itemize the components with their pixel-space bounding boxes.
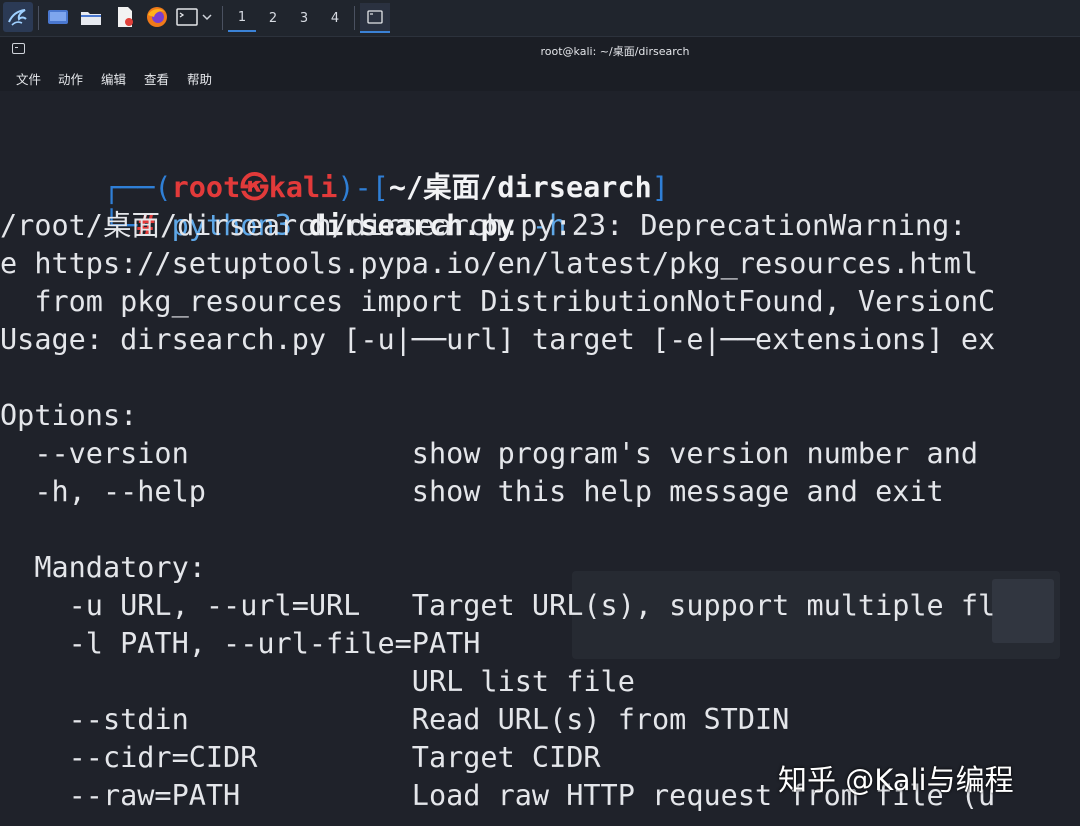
firefox-icon[interactable] bbox=[144, 4, 170, 30]
workspace-2[interactable]: 2 bbox=[259, 4, 287, 32]
menu-help[interactable]: 帮助 bbox=[187, 69, 212, 88]
output-line: /root/桌面/dirsearch/dirsearch.py:23: Depr… bbox=[0, 209, 984, 242]
menubar: 文件 动作 编辑 查看 帮助 bbox=[0, 63, 1080, 91]
taskbar: 1 2 3 4 bbox=[0, 0, 1080, 37]
menu-view[interactable]: 查看 bbox=[144, 69, 169, 88]
output-line: --version show program's version number … bbox=[0, 437, 979, 470]
output-line: -u URL, --url=URL Target URL(s), support… bbox=[0, 589, 996, 622]
window-titlebar[interactable]: root@kali: ~/桌面/dirsearch bbox=[0, 37, 1080, 63]
kali-logo-icon[interactable] bbox=[3, 2, 33, 32]
taskbar-separator bbox=[38, 6, 39, 30]
watermark-search-icon bbox=[992, 579, 1054, 643]
workspace-4[interactable]: 4 bbox=[321, 4, 349, 32]
menu-file[interactable]: 文件 bbox=[16, 69, 41, 88]
prompt-line: ┌──(root㉿kali)-[~/桌面/dirsearch] bbox=[0, 131, 669, 204]
output-line: Usage: dirsearch.py [-u|──url] target [-… bbox=[0, 323, 996, 356]
terminal-area[interactable]: ┌──(root㉿kali)-[~/桌面/dirsearch] └─# pyth… bbox=[0, 91, 1080, 826]
taskbar-terminal-window[interactable] bbox=[360, 3, 390, 33]
output-line: --stdin Read URL(s) from STDIN bbox=[0, 703, 790, 736]
output-line: Mandatory: bbox=[0, 551, 206, 584]
file-manager-icon[interactable] bbox=[78, 4, 104, 30]
menu-action[interactable]: 动作 bbox=[58, 69, 83, 88]
output-line: -h, --help show this help message and ex… bbox=[0, 475, 944, 508]
output-line: e https://setuptools.pypa.io/en/latest/p… bbox=[0, 247, 979, 280]
zhihu-watermark: 知乎 @Kali与编程 bbox=[778, 763, 1014, 797]
workspace-1[interactable]: 1 bbox=[228, 4, 256, 32]
command-line: └─# python3 dirsearch.py -h bbox=[0, 169, 566, 242]
taskbar-separator bbox=[222, 6, 223, 30]
output-line: from pkg_resources import DistributionNo… bbox=[0, 285, 996, 318]
output-line: URL list file bbox=[0, 665, 635, 698]
prompt-bracket-close: ] bbox=[651, 171, 669, 204]
terminal-icon[interactable] bbox=[174, 4, 200, 30]
desktop-icon[interactable] bbox=[45, 4, 71, 30]
taskbar-separator bbox=[354, 6, 355, 30]
window-title: root@kali: ~/桌面/dirsearch bbox=[540, 45, 690, 58]
chevron-down-icon[interactable] bbox=[198, 4, 216, 30]
output-line: -l PATH, --url-file=PATH bbox=[0, 627, 481, 660]
text-editor-icon[interactable] bbox=[112, 4, 138, 30]
output-line: Options: bbox=[0, 399, 138, 432]
menu-edit[interactable]: 编辑 bbox=[101, 69, 126, 88]
output-line: --cidr=CIDR Target CIDR bbox=[0, 741, 601, 774]
workspace-3[interactable]: 3 bbox=[290, 4, 318, 32]
